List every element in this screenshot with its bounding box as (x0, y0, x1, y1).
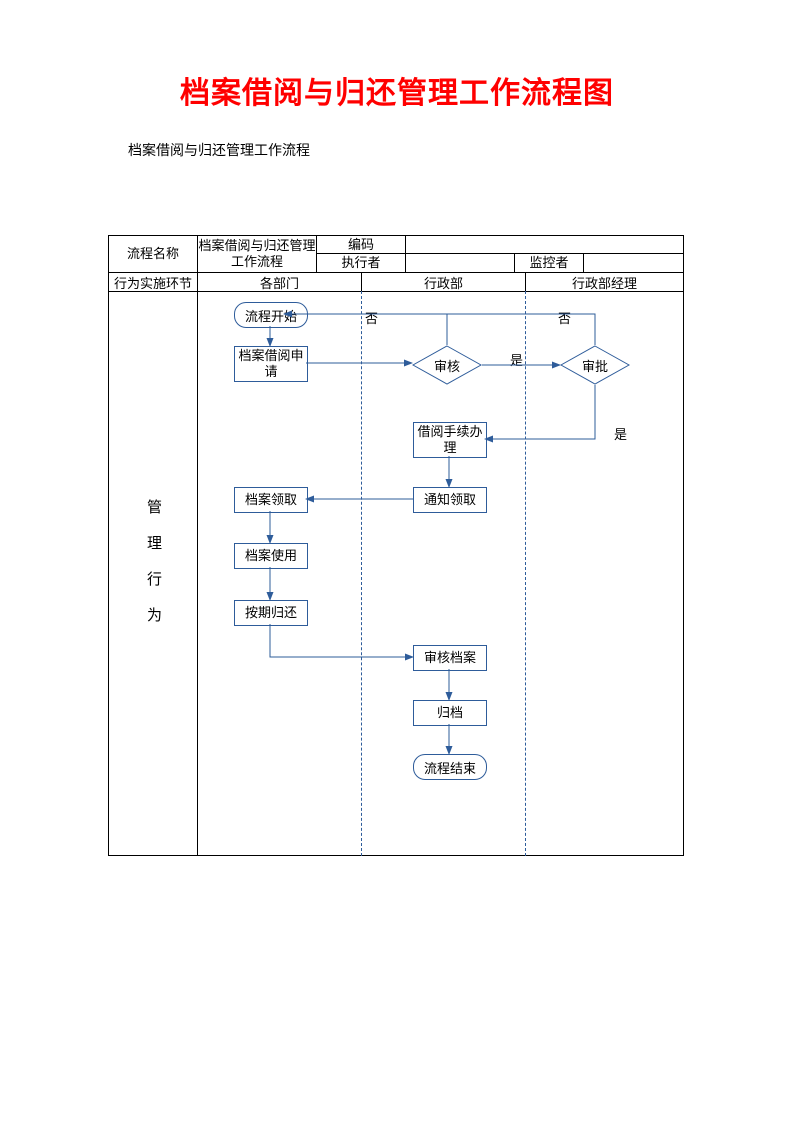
row-label-line: 管 (147, 490, 162, 526)
node-start: 流程开始 (234, 302, 308, 328)
lane-title-dept: 各部门 (197, 272, 362, 292)
label-yes-approve: 是 (614, 424, 627, 443)
hdr-name-label: 流程名称 (108, 235, 198, 273)
hdr-step-label: 行为实施环节 (108, 272, 198, 292)
hdr-name-value: 档案借阅与归还管理工作流程 (197, 235, 317, 273)
lane-sep-dashed-1 (361, 291, 362, 856)
node-notify: 通知领取 (413, 487, 487, 513)
page-title: 档案借阅与归还管理工作流程图 (0, 0, 794, 112)
hdr-mon-label: 监控者 (514, 253, 584, 273)
node-return: 按期归还 (234, 600, 308, 626)
hdr-mon-value (583, 253, 684, 273)
row-label-line: 行 (147, 562, 162, 598)
row-label-line: 理 (147, 526, 162, 562)
lane-sep-solid (197, 291, 198, 856)
hdr-exec-value (405, 253, 515, 273)
row-label: 管 理 行 为 (147, 490, 162, 634)
node-pickup: 档案领取 (234, 487, 308, 513)
label-no-review: 否 (365, 308, 378, 327)
node-use: 档案使用 (234, 543, 308, 569)
page-subtitle: 档案借阅与归还管理工作流程 (128, 140, 794, 160)
node-check: 审核档案 (413, 645, 487, 671)
node-review-label: 审核 (434, 356, 460, 375)
lane-sep-dashed-2 (525, 291, 526, 856)
node-apply: 档案借阅申请 (234, 346, 308, 382)
lane-title-manager: 行政部经理 (525, 272, 684, 292)
hdr-code-label: 编码 (316, 235, 406, 254)
node-end: 流程结束 (413, 754, 487, 780)
label-yes-review: 是 (510, 350, 523, 369)
node-review: 审核 (412, 345, 482, 385)
node-procedure: 借阅手续办理 (413, 422, 487, 458)
hdr-exec-label: 执行者 (316, 253, 406, 273)
hdr-code-value2 (514, 235, 684, 254)
node-approve-label: 审批 (582, 356, 608, 375)
node-file: 归档 (413, 700, 487, 726)
node-approve: 审批 (560, 345, 630, 385)
label-no-approve: 否 (558, 308, 571, 327)
row-label-line: 为 (147, 598, 162, 634)
hdr-code-value (405, 235, 515, 254)
lane-title-admin: 行政部 (361, 272, 526, 292)
